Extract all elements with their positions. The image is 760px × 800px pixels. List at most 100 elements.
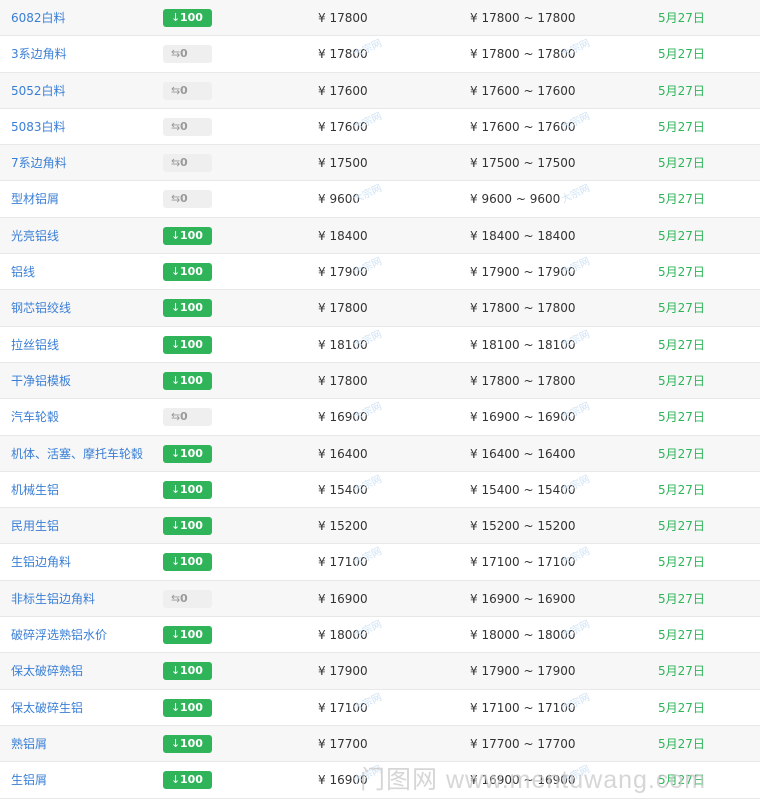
- price-value: 17100: [329, 700, 368, 715]
- price-value: 17100: [329, 555, 368, 570]
- table-row: 生铝边角料 ↓100 ¥ 17100 ¥ 17100 ~ 17100 5月27日 大宗网大…: [0, 544, 760, 581]
- currency-symbol: ¥: [318, 591, 326, 606]
- date-cell: 5月27日: [658, 11, 705, 25]
- price-range-value: 17800 ~ 17800: [481, 47, 576, 62]
- down-arrow-icon: ↓: [171, 482, 181, 496]
- product-name-link[interactable]: 6082白料: [11, 0, 66, 36]
- price-range-cell: ¥ 17800 ~ 17800: [470, 290, 576, 326]
- flat-arrow-icon: ⇆: [171, 591, 181, 605]
- product-name-link[interactable]: 拉丝铝线: [11, 327, 59, 363]
- price-range-cell: ¥ 16900 ~ 16900: [470, 762, 576, 798]
- product-name-link[interactable]: 型材铝屑: [11, 181, 59, 217]
- price-value: 18400: [329, 228, 368, 243]
- price-range-cell: ¥ 17800 ~ 17800: [470, 363, 576, 399]
- product-name-link[interactable]: 破碎浮选熟铝水价: [11, 617, 107, 653]
- price-value: 16900: [329, 410, 368, 425]
- change-value: 100: [180, 337, 203, 351]
- currency-symbol: ¥: [470, 192, 478, 207]
- change-value: 100: [180, 555, 203, 569]
- currency-symbol: ¥: [470, 265, 478, 280]
- price-range-value: 17800 ~ 17800: [481, 373, 576, 388]
- table-row: 光亮铝线 ↓100 ¥ 18400 ¥ 18400 ~ 18400 5月27日: [0, 217, 760, 255]
- change-badge: ↓100: [163, 480, 212, 499]
- date-cell: 5月27日: [658, 773, 705, 788]
- price-cell: ¥ 17800: [318, 363, 368, 399]
- price-value: 17500: [329, 156, 368, 171]
- product-name-link[interactable]: 钢芯铝绞线: [11, 290, 71, 326]
- price-cell: ¥ 15200: [318, 508, 368, 544]
- change-badge: ↓100: [163, 771, 212, 790]
- down-arrow-icon: ↓: [171, 700, 181, 714]
- change-value: 0: [180, 83, 188, 97]
- currency-symbol: ¥: [318, 519, 326, 534]
- price-cell: ¥ 17900: [318, 254, 368, 290]
- change-badge: ↓100: [163, 263, 212, 282]
- product-name-link[interactable]: 保太破碎熟铝: [11, 653, 83, 689]
- currency-symbol: ¥: [470, 301, 478, 316]
- change-badge: ⇆0: [163, 190, 212, 209]
- price-cell: ¥ 9600: [318, 181, 360, 217]
- down-arrow-icon: ↓: [171, 265, 181, 279]
- price-range-value: 17100 ~ 17100: [481, 700, 576, 715]
- table-row: 非标生铝边角料 ⇆0 ¥ 16900 ¥ 16900 ~ 16900 5月27日: [0, 580, 760, 618]
- product-name-link[interactable]: 5083白料: [11, 109, 66, 145]
- product-name-link[interactable]: 生铝屑: [11, 762, 47, 798]
- change-badge: ⇆0: [163, 154, 212, 173]
- currency-symbol: ¥: [318, 11, 326, 25]
- table-row: 3系边角料 ⇆0 ¥ 17800 ¥ 17800 ~ 17800 5月27日 大宗网 大宗网: [0, 36, 760, 73]
- currency-symbol: ¥: [318, 700, 326, 715]
- price-range-cell: ¥ 18400 ~ 18400: [470, 218, 576, 254]
- product-name-link[interactable]: 机械生铝: [11, 472, 59, 508]
- currency-symbol: ¥: [318, 628, 326, 643]
- price-cell: ¥ 17700: [318, 726, 368, 762]
- currency-symbol: ¥: [470, 83, 478, 98]
- currency-symbol: ¥: [318, 337, 326, 352]
- price-range-value: 17800 ~ 17800: [481, 301, 576, 316]
- product-name-link[interactable]: 机体、活塞、摩托车轮毂: [11, 436, 143, 472]
- change-badge: ↓100: [163, 517, 212, 536]
- product-name-link[interactable]: 熟铝屑: [11, 726, 47, 762]
- flat-arrow-icon: ⇆: [171, 47, 181, 61]
- product-name-link[interactable]: 汽车轮毂: [11, 399, 59, 435]
- product-name-link[interactable]: 5052白料: [11, 73, 66, 109]
- change-value: 100: [180, 11, 203, 24]
- product-name-link[interactable]: 铝线: [11, 254, 35, 290]
- change-badge: ↓100: [163, 734, 212, 753]
- product-name-link[interactable]: 非标生铝边角料: [11, 581, 95, 617]
- price-value: 17700: [329, 736, 368, 751]
- table-row: 6082白料 ↓100 ¥ 17800 ¥ 17800 ~ 17800 5月27日: [0, 0, 760, 37]
- price-value: 17900: [329, 265, 368, 280]
- change-value: 0: [180, 119, 188, 133]
- currency-symbol: ¥: [318, 47, 326, 62]
- price-cell: ¥ 16400: [318, 436, 368, 472]
- product-name-link[interactable]: 保太破碎生铝: [11, 690, 83, 726]
- currency-symbol: ¥: [318, 265, 326, 280]
- product-name-link[interactable]: 3系边角料: [11, 36, 67, 72]
- down-arrow-icon: ↓: [171, 664, 181, 678]
- product-name-link[interactable]: 光亮铝线: [11, 218, 59, 254]
- product-name-link[interactable]: 民用生铝: [11, 508, 59, 544]
- date-cell: 5月27日: [658, 228, 705, 243]
- price-range-value: 17700 ~ 17700: [481, 736, 576, 751]
- change-badge: ↓100: [163, 698, 212, 717]
- price-range-cell: ¥ 17900 ~ 17900: [470, 653, 576, 689]
- price-range-value: 9600 ~ 9600: [481, 192, 561, 207]
- price-cell: ¥ 17900: [318, 653, 368, 689]
- change-value: 100: [180, 301, 203, 315]
- change-badge: ⇆0: [163, 117, 212, 136]
- change-badge: ↓100: [163, 9, 212, 27]
- date-cell: 5月27日: [658, 736, 705, 751]
- product-name-link[interactable]: 7系边角料: [11, 145, 67, 181]
- price-value: 18100: [329, 337, 368, 352]
- currency-symbol: ¥: [318, 482, 326, 497]
- price-range-value: 17600 ~ 17600: [481, 119, 576, 134]
- product-name-link[interactable]: 干净铝模板: [11, 363, 71, 399]
- price-value: 16900: [329, 591, 368, 606]
- price-range-cell: ¥ 15400 ~ 15400: [470, 472, 576, 508]
- currency-symbol: ¥: [318, 410, 326, 425]
- product-name-link[interactable]: 生铝边角料: [11, 544, 71, 580]
- change-value: 100: [180, 228, 203, 242]
- currency-symbol: ¥: [470, 47, 478, 62]
- row-watermark: 大宗网: [559, 183, 592, 207]
- currency-symbol: ¥: [470, 156, 478, 171]
